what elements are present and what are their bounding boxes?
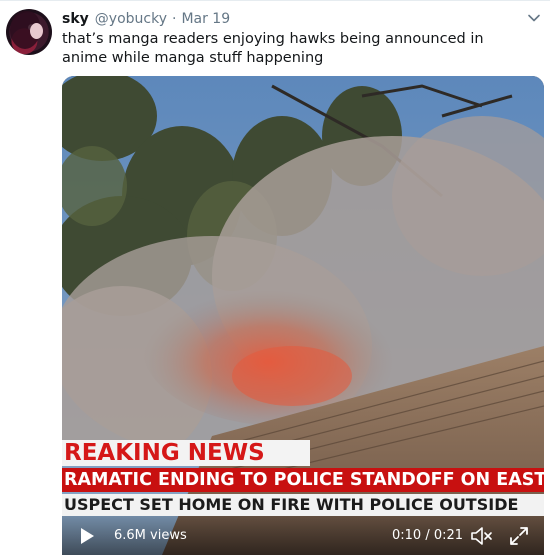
separator: ·: [171, 11, 177, 27]
subline-ticker: USPECT SET HOME ON FIRE WITH POLICE OUTS…: [62, 494, 544, 516]
divider: [0, 0, 550, 1]
tweet-header: sky @yobucky · Mar 19: [62, 9, 230, 29]
avatar[interactable]: [6, 9, 52, 55]
headline-ticker: RAMATIC ENDING TO POLICE STANDOFF ON EAS…: [62, 468, 544, 492]
tweet-date[interactable]: Mar 19: [181, 11, 230, 27]
avatar-face: [30, 23, 43, 39]
tweet-text: that’s manga readers enjoying hawks bein…: [62, 31, 484, 66]
fullscreen-icon[interactable]: [508, 525, 530, 547]
video-controls: 6.6M views 0:10 / 0:21: [62, 516, 544, 555]
tweet: sky @yobucky · Mar 19 that’s manga reade…: [0, 0, 550, 555]
view-count: 6.6M views: [114, 528, 187, 543]
volume-muted-icon[interactable]: [470, 525, 494, 547]
author-handle[interactable]: @yobucky: [95, 11, 167, 27]
chevron-down-icon[interactable]: [526, 10, 542, 26]
author-name[interactable]: sky: [62, 11, 89, 27]
play-icon[interactable]: [78, 527, 96, 545]
video-player[interactable]: REAKING NEWS RAMATIC ENDING TO POLICE ST…: [62, 76, 544, 555]
video-time: 0:10 / 0:21: [392, 528, 464, 543]
breaking-news-banner: REAKING NEWS: [62, 440, 310, 466]
